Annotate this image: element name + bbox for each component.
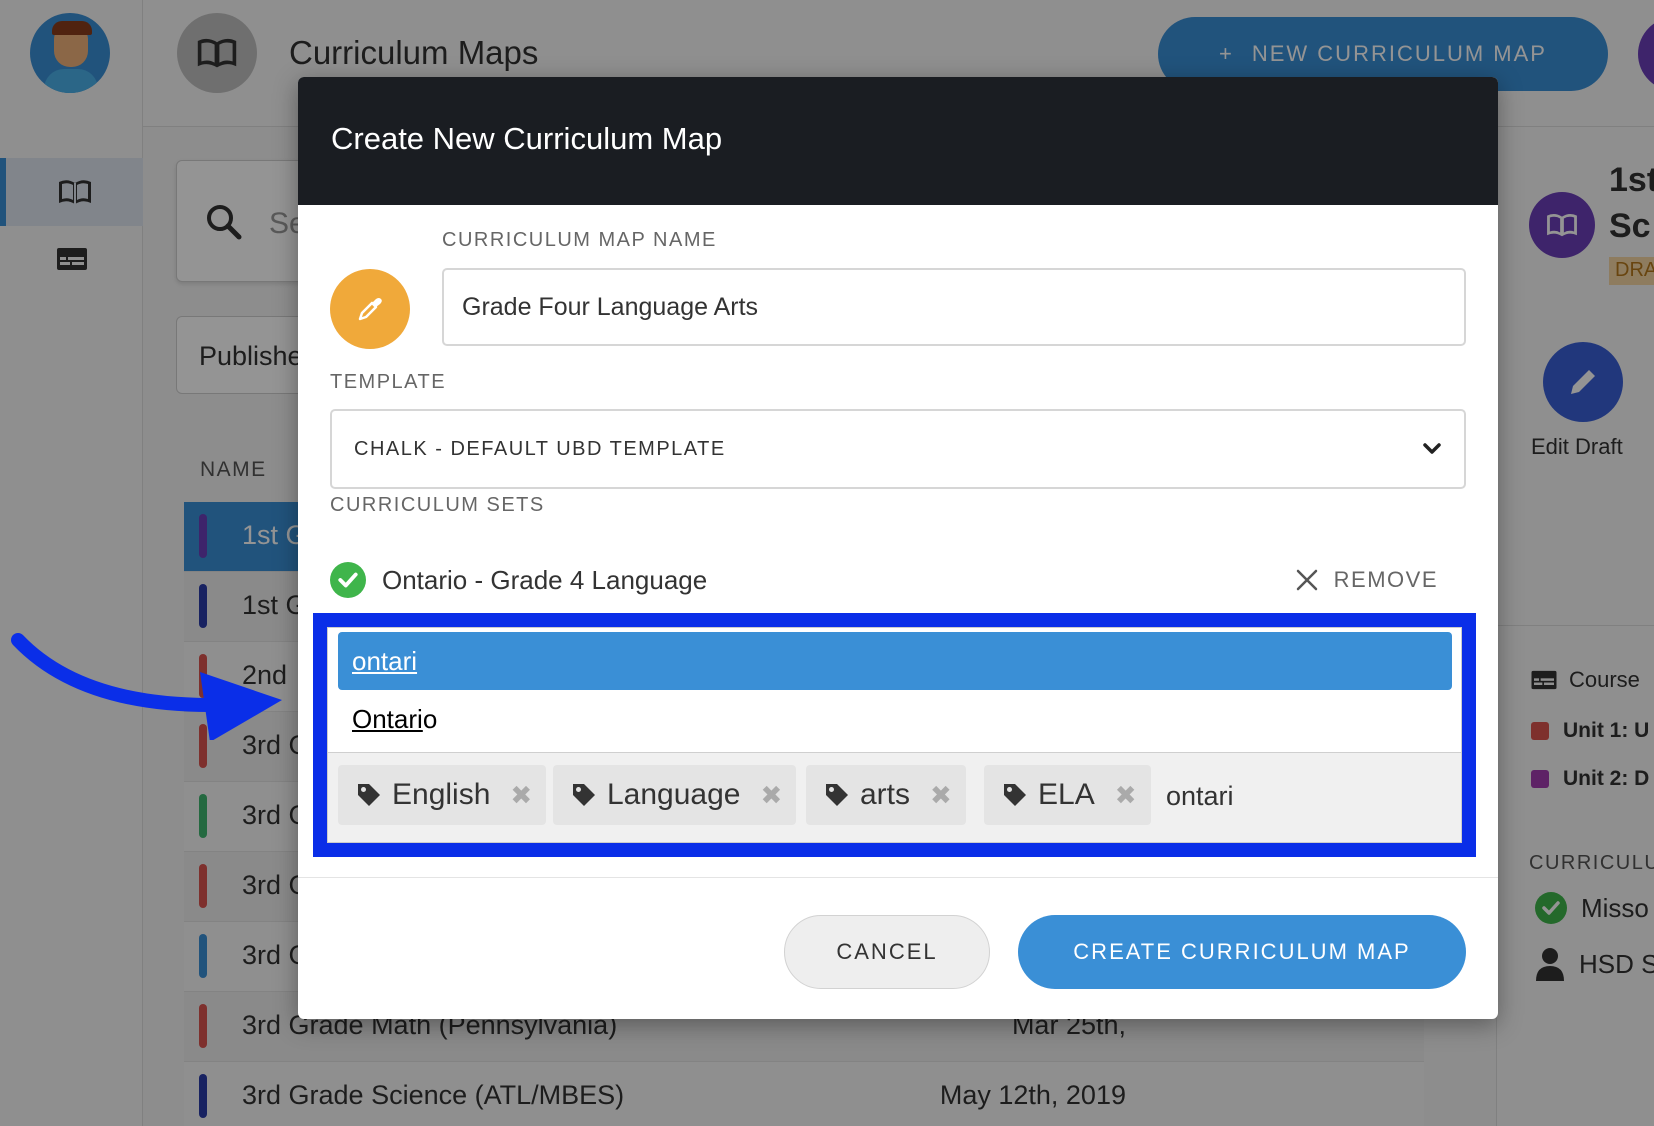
template-label: TEMPLATE [330, 371, 447, 393]
remove-set-button[interactable]: REMOVE [1296, 567, 1438, 593]
selected-curriculum-set: Ontario - Grade 4 Language REMOVE [330, 553, 1466, 607]
map-name-input[interactable] [442, 268, 1466, 346]
create-curriculum-map-button[interactable]: CREATE CURRICULUM MAP [1018, 915, 1466, 989]
tag-icon [1004, 784, 1026, 806]
curriculum-sets-label: CURRICULUM SETS [330, 494, 545, 516]
template-select[interactable]: CHALK - DEFAULT UBD TEMPLATE [330, 409, 1466, 489]
tag-remove-icon[interactable]: ✖ [510, 780, 532, 811]
curriculum-set-search-combobox: ontari Ontario English ✖ Language ✖ arts… [327, 627, 1462, 843]
dialog-title: Create New Curriculum Map [298, 77, 1498, 205]
cancel-button[interactable]: CANCEL [784, 915, 990, 989]
tag-remove-icon[interactable]: ✖ [1115, 780, 1137, 811]
footer-divider [298, 877, 1498, 878]
tag-chip: arts ✖ [806, 765, 966, 825]
map-name-label: CURRICULUM MAP NAME [442, 229, 717, 251]
tag-label: ELA [1038, 778, 1095, 811]
tag-input-bar[interactable]: English ✖ Language ✖ arts ✖ ELA ✖ [328, 752, 1461, 842]
selected-set-name: Ontario - Grade 4 Language [382, 564, 708, 595]
suggestion-match: Ontari [352, 704, 423, 734]
arrow-annotation [11, 633, 282, 740]
tag-search-input[interactable] [1166, 781, 1406, 812]
suggestion-item[interactable]: ontari [338, 632, 1452, 690]
tag-chip: ELA ✖ [984, 765, 1151, 825]
highlight-annotation: ontari Ontario English ✖ Language ✖ arts… [313, 613, 1476, 857]
suggestion-item[interactable]: Ontario [338, 690, 1452, 748]
chevron-down-icon [1423, 443, 1441, 454]
tag-chip: Language ✖ [553, 765, 797, 825]
tag-icon [573, 784, 595, 806]
eyedropper-icon [358, 298, 382, 321]
create-curriculum-map-dialog: Create New Curriculum Map CURRICULUM MAP… [298, 77, 1498, 1019]
tag-label: English [392, 778, 491, 811]
tag-remove-icon[interactable]: ✖ [930, 780, 952, 811]
tag-remove-icon[interactable]: ✖ [760, 780, 782, 811]
tag-label: Language [607, 778, 741, 811]
tag-chip: English ✖ [338, 765, 547, 825]
template-value: CHALK - DEFAULT UBD TEMPLATE [354, 437, 726, 460]
tag-label: arts [860, 778, 911, 811]
close-icon [1296, 569, 1317, 591]
remove-label: REMOVE [1333, 567, 1438, 592]
suggestion-rest: o [422, 704, 438, 734]
check-circle-icon [330, 562, 366, 598]
tag-icon [826, 784, 848, 806]
icon-picker-button[interactable] [330, 269, 410, 349]
tag-icon [358, 784, 380, 806]
